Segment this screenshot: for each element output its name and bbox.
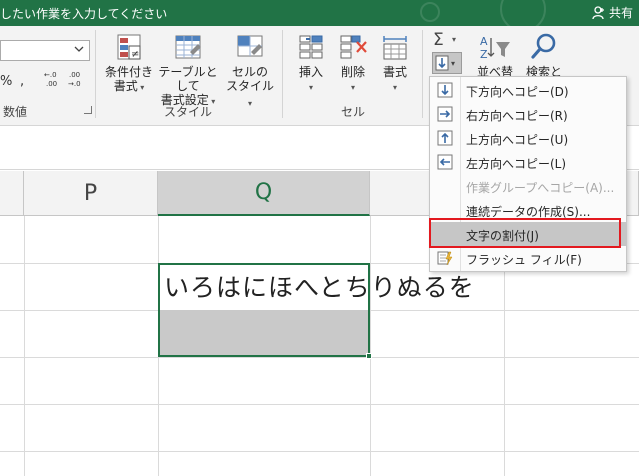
number-group-label: 数値 (2, 105, 27, 119)
selection-border (158, 263, 370, 357)
decrease-decimal-icon: .00 →.0 (68, 71, 81, 88)
tell-me-search[interactable]: したい作業を入力してください (0, 5, 167, 22)
svg-text:→.0: →.0 (68, 80, 81, 88)
svg-text:.00: .00 (69, 71, 80, 79)
group-separator (95, 30, 96, 118)
conditional-formatting-button[interactable]: ≠ 条件付き 書式 ▾ (100, 32, 158, 95)
fill-button[interactable]: ▾ (432, 52, 462, 74)
chevron-down-icon (73, 43, 85, 58)
menu-item-flash-fill[interactable]: フラッシュ フィル(F) (430, 246, 626, 270)
svg-text:Z: Z (480, 48, 488, 61)
number-format-dropdown[interactable] (0, 40, 90, 61)
insert-cells-icon (299, 35, 323, 59)
flash-fill-icon (437, 251, 453, 266)
menu-item-label: 上方向へコピー(U) (466, 133, 569, 147)
cell-styles-icon (237, 35, 263, 57)
menu-item-label: 右方向へコピー(R) (466, 109, 568, 123)
find-select-button[interactable]: 検索と (522, 32, 566, 79)
magnifier-icon (531, 33, 556, 59)
highlight-annotation-box (429, 218, 621, 248)
menu-item-fill-down[interactable]: 下方向へコピー(D) (430, 78, 626, 102)
fill-down-icon (437, 82, 453, 98)
svg-text:▾: ▾ (452, 35, 456, 44)
number-dialog-launcher[interactable] (84, 106, 92, 114)
person-icon (592, 5, 604, 19)
svg-text:.00: .00 (46, 80, 57, 88)
menu-item-fill-right[interactable]: 右方向へコピー(R) (430, 102, 626, 126)
delete-button[interactable]: 削除 ▾ (332, 32, 374, 95)
format-cells-icon (383, 36, 407, 60)
menu-item-label: 下方向へコピー(D) (466, 85, 569, 99)
autosum-button[interactable]: Σ ▾ (430, 29, 462, 52)
fill-up-icon (437, 130, 453, 146)
fill-right-icon (437, 106, 453, 122)
insert-button[interactable]: 挿入 ▾ (290, 32, 332, 95)
fill-handle[interactable] (366, 353, 372, 359)
format-cells-label: 書式 ▾ (382, 65, 407, 92)
gridline (0, 451, 639, 452)
percent-style-button[interactable]: % (0, 74, 12, 89)
column-header-left[interactable] (0, 171, 24, 216)
title-bar: したい作業を入力してください 共有 (0, 0, 639, 26)
increase-decimal-button[interactable]: ←.0 .00 (44, 70, 62, 91)
column-header-p[interactable]: P (24, 171, 158, 216)
delete-label: 削除 ▾ (340, 65, 365, 92)
fill-left-icon (437, 154, 453, 170)
sigma-icon: Σ ▾ (433, 30, 456, 50)
group-separator (282, 30, 283, 118)
format-cells-button[interactable]: 書式 ▾ (374, 32, 416, 95)
title-decoration (420, 2, 440, 22)
cells-group-label: セル (340, 105, 365, 119)
title-decoration (500, 0, 546, 26)
gridline (0, 357, 639, 358)
fill-down-icon: ▾ (435, 55, 455, 71)
svg-text:Σ: Σ (433, 30, 444, 49)
menu-item-label: 作業グループへコピー(A)... (466, 181, 615, 195)
conditional-formatting-icon: ≠ (117, 34, 141, 60)
increase-decimal-icon: ←.0 .00 (44, 71, 57, 88)
menu-item-label: フラッシュ フィル(F) (466, 253, 582, 267)
insert-label: 挿入 ▾ (298, 65, 323, 92)
format-as-table-icon (175, 35, 201, 59)
decrease-decimal-button[interactable]: .00 →.0 (68, 70, 86, 91)
menu-item-fill-left[interactable]: 左方向へコピー(L) (430, 150, 626, 174)
svg-text:▾: ▾ (451, 59, 455, 68)
comma-style-button[interactable]: , (20, 74, 24, 89)
menu-item-fill-up[interactable]: 上方向へコピー(U) (430, 126, 626, 150)
svg-text:A: A (480, 35, 488, 48)
conditional-formatting-label: 条件付き 書式 ▾ (104, 65, 153, 93)
share-label: 共有 (608, 6, 633, 20)
gridline (370, 216, 371, 476)
styles-group-label: スタイル (163, 105, 212, 119)
gridline (0, 404, 639, 405)
column-header-q[interactable]: Q (158, 171, 370, 216)
svg-text:≠: ≠ (131, 49, 139, 60)
menu-item-label: 左方向へコピー(L) (466, 157, 567, 171)
delete-cells-icon (340, 35, 367, 59)
share-button[interactable]: 共有 (592, 4, 633, 21)
svg-text:←.0: ←.0 (44, 71, 57, 79)
cell-styles-button[interactable]: セルの スタイル ▾ (224, 32, 276, 111)
format-as-table-button[interactable]: テーブルとして 書式設定 ▾ (154, 32, 222, 109)
group-separator (422, 30, 423, 118)
gridline (24, 216, 25, 476)
menu-item-fill-across-worksheets: 作業グループへコピー(A)... (430, 174, 626, 198)
sort-filter-icon: A Z (480, 35, 510, 61)
